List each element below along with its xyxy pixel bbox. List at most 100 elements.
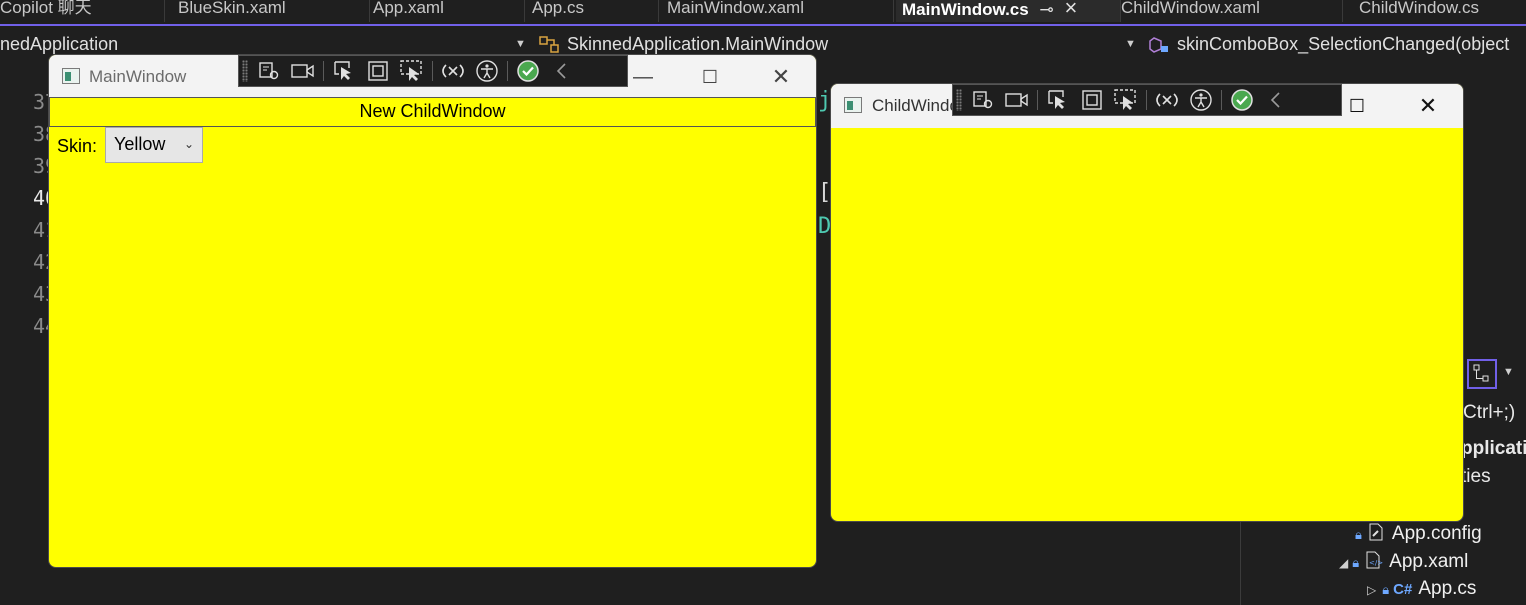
type-dropdown-label: SkinnedApplication.MainWindow <box>567 34 829 54</box>
track-focus-icon <box>400 60 422 81</box>
binding-icon <box>442 64 464 78</box>
tab-label: App.xaml <box>373 0 444 17</box>
video-camera-icon <box>291 64 314 78</box>
maximize-button[interactable]: ☐ <box>690 63 730 91</box>
solution-item-app-cs[interactable]: ▷ 🔒︎ C# App.cs <box>1367 578 1476 600</box>
config-file-icon <box>1369 523 1383 541</box>
class-icon <box>539 36 559 53</box>
tab-childwindow-xaml[interactable]: ChildWindow.xaml <box>1115 0 1343 22</box>
item-label: App.config <box>1391 523 1482 544</box>
xaml-file-icon: </> <box>1366 551 1383 569</box>
grip-handle[interactable] <box>242 60 248 82</box>
select-element-button[interactable] <box>1041 87 1075 113</box>
separator <box>1146 90 1147 110</box>
sync-view-button[interactable] <box>1467 359 1497 389</box>
display-adorners-button[interactable] <box>361 58 395 84</box>
type-dropdown[interactable]: SkinnedApplication.MainWindow <box>538 32 1118 56</box>
tab-app-cs[interactable]: App.cs <box>526 0 659 22</box>
xaml-runtime-toolbar <box>952 84 1342 116</box>
collapse-toolbar-button[interactable] <box>1259 87 1293 113</box>
separator <box>1037 90 1038 110</box>
hot-reload-status-button[interactable] <box>511 58 545 84</box>
chevron-left-icon <box>1270 92 1280 108</box>
expand-right-icon[interactable]: ▷ <box>1367 583 1376 597</box>
solution-item-app-config[interactable]: 🔒︎ App.config <box>1355 522 1482 545</box>
record-button[interactable] <box>286 58 320 84</box>
chevron-down-icon[interactable]: ▼ <box>515 32 526 56</box>
track-focus-button[interactable] <box>1109 87 1143 113</box>
check-circle-icon <box>1231 89 1253 111</box>
grip-handle[interactable] <box>956 89 962 111</box>
tab-app-xaml[interactable]: App.xaml <box>367 0 525 22</box>
tab-label: Copilot 聊天 <box>0 0 92 17</box>
tab-label: ChildWindow.xaml <box>1121 0 1260 17</box>
method-icon <box>1149 37 1168 54</box>
collapse-toolbar-button[interactable] <box>545 58 579 84</box>
solution-item-app-xaml[interactable]: ◢ 🔒︎ </> App.xaml <box>1339 550 1468 573</box>
adorner-icon <box>368 61 388 81</box>
project-dropdown[interactable]: nedApplication <box>0 32 500 56</box>
lock-icon: 🔒︎ <box>1355 527 1362 542</box>
close-tab-icon[interactable]: × <box>1064 0 1077 20</box>
tab-mainwindow-cs[interactable]: MainWindow.cs ⊸ × <box>896 0 1121 22</box>
solution-node-label[interactable]: pplicati <box>1461 438 1526 460</box>
window-title: MainWindow <box>89 67 187 86</box>
project-dropdown-label: nedApplication <box>0 34 119 54</box>
chevron-left-icon <box>556 63 566 79</box>
select-element-icon <box>334 61 351 80</box>
tab-label: BlueSkin.xaml <box>178 0 286 17</box>
csharp-file-icon: C# <box>1393 581 1413 598</box>
search-hint[interactable]: Ctrl+;) <box>1463 402 1515 424</box>
close-button[interactable]: ✕ <box>761 63 801 91</box>
separator <box>323 61 324 81</box>
tab-mainwindow-xaml[interactable]: MainWindow.xaml <box>661 0 894 22</box>
close-button[interactable]: ✕ <box>1408 92 1448 120</box>
member-dropdown-label: skinComboBox_SelectionChanged(object <box>1177 34 1510 54</box>
separator <box>432 61 433 81</box>
track-focus-button[interactable] <box>395 58 429 84</box>
xaml-runtime-toolbar <box>238 55 628 87</box>
binding-failures-button[interactable] <box>1150 87 1184 113</box>
tab-blueskin-xaml[interactable]: BlueSkin.xaml <box>172 0 370 22</box>
display-adorners-button[interactable] <box>1075 87 1109 113</box>
binding-icon <box>1156 93 1178 107</box>
live-visual-tree-button[interactable] <box>252 58 286 84</box>
tab-copilot-chat[interactable]: Copilot 聊天 <box>0 0 165 22</box>
minimize-button[interactable]: — <box>623 63 663 91</box>
accessibility-checker-button[interactable] <box>470 58 504 84</box>
main-window: MainWindow — ☐ ✕ New ChildWindow Skin: Y… <box>48 54 817 568</box>
svg-text:</>: </> <box>1369 559 1383 567</box>
tab-childwindow-cs[interactable]: ChildWindow.cs <box>1353 0 1526 22</box>
select-element-button[interactable] <box>327 58 361 84</box>
lock-icon: 🔒︎ <box>1352 555 1360 570</box>
expand-down-icon[interactable]: ◢ <box>1339 556 1348 570</box>
adorner-icon <box>1082 90 1102 110</box>
live-visual-tree-button[interactable] <box>966 87 1000 113</box>
maximize-button[interactable]: ☐ <box>1337 92 1377 120</box>
binding-failures-button[interactable] <box>436 58 470 84</box>
separator <box>507 61 508 81</box>
chevron-down-icon[interactable]: ▼ <box>1125 32 1136 56</box>
app-icon <box>62 68 80 84</box>
hot-reload-status-button[interactable] <box>1225 87 1259 113</box>
record-button[interactable] <box>1000 87 1034 113</box>
pin-tab-icon[interactable]: ⊸ <box>1039 0 1053 19</box>
member-dropdown[interactable]: skinComboBox_SelectionChanged(object <box>1148 32 1526 56</box>
new-childwindow-button[interactable]: New ChildWindow <box>49 97 816 127</box>
skin-combobox[interactable]: Yellow ⌄ <box>105 127 203 163</box>
skin-combobox-value: Yellow <box>114 134 166 154</box>
document-tab-strip: Copilot 聊天 BlueSkin.xaml App.xaml App.cs… <box>0 0 1526 26</box>
accessibility-checker-button[interactable] <box>1184 87 1218 113</box>
properties-node-label[interactable]: ties <box>1461 466 1491 488</box>
separator <box>1221 90 1222 110</box>
track-focus-icon <box>1114 89 1136 110</box>
chevron-down-icon: ⌄ <box>183 137 194 151</box>
hierarchy-icon <box>1473 364 1489 382</box>
skin-label: Skin: <box>57 136 98 156</box>
item-label: App.cs <box>1418 578 1477 599</box>
chevron-down-icon[interactable]: ▼ <box>1503 366 1514 378</box>
tab-label: MainWindow.xaml <box>667 0 804 17</box>
accessibility-icon <box>1190 89 1212 111</box>
live-visual-tree-icon <box>259 62 279 80</box>
item-label: App.xaml <box>1389 551 1469 572</box>
